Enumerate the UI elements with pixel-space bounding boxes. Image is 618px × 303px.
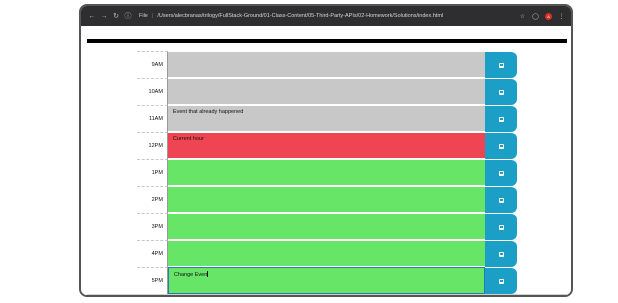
save-button[interactable] xyxy=(485,51,517,78)
save-button[interactable] xyxy=(485,105,517,132)
save-button[interactable] xyxy=(485,267,517,294)
save-icon xyxy=(498,197,504,203)
hour-label: 2PM xyxy=(137,186,168,213)
browser-window: ← → ↻ ⓘ File | /Users/alecbranas/trilogy… xyxy=(79,4,573,297)
hour-label: 11AM xyxy=(137,105,168,132)
hour-label: 4PM xyxy=(137,240,168,267)
url-separator: | xyxy=(151,13,154,19)
menu-kebab-icon[interactable]: ⋮ xyxy=(558,13,565,20)
hour-label: 3PM xyxy=(137,213,168,240)
event-text: Current hour xyxy=(172,136,204,142)
extension-badge-icon[interactable]: A xyxy=(545,12,552,20)
browser-toolbar: ← → ↻ ⓘ File | /Users/alecbranas/trilogy… xyxy=(81,6,571,26)
reload-icon[interactable]: ↻ xyxy=(111,10,121,22)
time-block-row: 12PM Current hour xyxy=(137,132,517,159)
event-textarea[interactable] xyxy=(167,240,486,267)
save-button[interactable] xyxy=(485,186,517,213)
save-icon xyxy=(498,278,504,284)
time-block-row: 10AM xyxy=(137,78,517,105)
time-block-row: 1PM xyxy=(137,159,517,186)
time-block-row: 9AM xyxy=(137,51,517,78)
extension-icon[interactable]: ◯ xyxy=(532,13,539,20)
hour-label: 12PM xyxy=(137,132,168,159)
save-button[interactable] xyxy=(485,78,517,105)
footer-divider xyxy=(87,294,567,295)
bookmark-star-icon[interactable]: ☆ xyxy=(519,13,526,20)
forward-icon[interactable]: → xyxy=(99,10,109,22)
file-label: File xyxy=(139,13,148,19)
event-textarea[interactable] xyxy=(167,78,486,105)
header-divider xyxy=(87,39,567,43)
event-text: Change Even xyxy=(173,272,208,278)
event-textarea[interactable] xyxy=(167,159,486,186)
time-block-row: 11AM Event that already happened xyxy=(137,105,517,132)
time-block-row: 2PM xyxy=(137,186,517,213)
text-caret xyxy=(207,271,209,277)
save-icon xyxy=(498,89,504,95)
event-textarea[interactable] xyxy=(167,51,486,78)
save-icon xyxy=(498,116,504,122)
time-block-row: 4PM xyxy=(137,240,517,267)
save-button[interactable] xyxy=(485,159,517,186)
event-text: Event that already happened xyxy=(172,109,244,115)
address-bar[interactable]: /Users/alecbranas/trilogy/FullStack-Grou… xyxy=(157,13,513,19)
save-button[interactable] xyxy=(485,213,517,240)
hour-label: 10AM xyxy=(137,78,168,105)
save-icon xyxy=(498,224,504,230)
hour-label: 5PM xyxy=(137,267,168,294)
save-button[interactable] xyxy=(485,240,517,267)
event-textarea[interactable]: Change Even xyxy=(167,267,486,294)
hour-label: 9AM xyxy=(137,51,168,78)
toolbar-actions: ☆ ◯ A ⋮ xyxy=(519,12,565,20)
time-block-row: 3PM xyxy=(137,213,517,240)
day-planner: 9AM 10AM 11AM Event that already happened 12… xyxy=(137,51,517,294)
save-button[interactable] xyxy=(485,132,517,159)
event-textarea[interactable] xyxy=(167,213,486,240)
page-content: 9AM 10AM 11AM Event that already happened 12… xyxy=(81,26,571,295)
event-textarea[interactable] xyxy=(167,186,486,213)
save-icon xyxy=(498,170,504,176)
save-icon xyxy=(498,62,504,68)
event-textarea[interactable]: Event that already happened xyxy=(167,105,486,132)
save-icon xyxy=(498,251,504,257)
info-icon[interactable]: ⓘ xyxy=(123,10,133,22)
time-block-row: 5PM Change Even xyxy=(137,267,517,294)
event-textarea[interactable]: Current hour xyxy=(167,132,486,159)
hour-label: 1PM xyxy=(137,159,168,186)
save-icon xyxy=(498,143,504,149)
back-icon[interactable]: ← xyxy=(87,10,97,22)
